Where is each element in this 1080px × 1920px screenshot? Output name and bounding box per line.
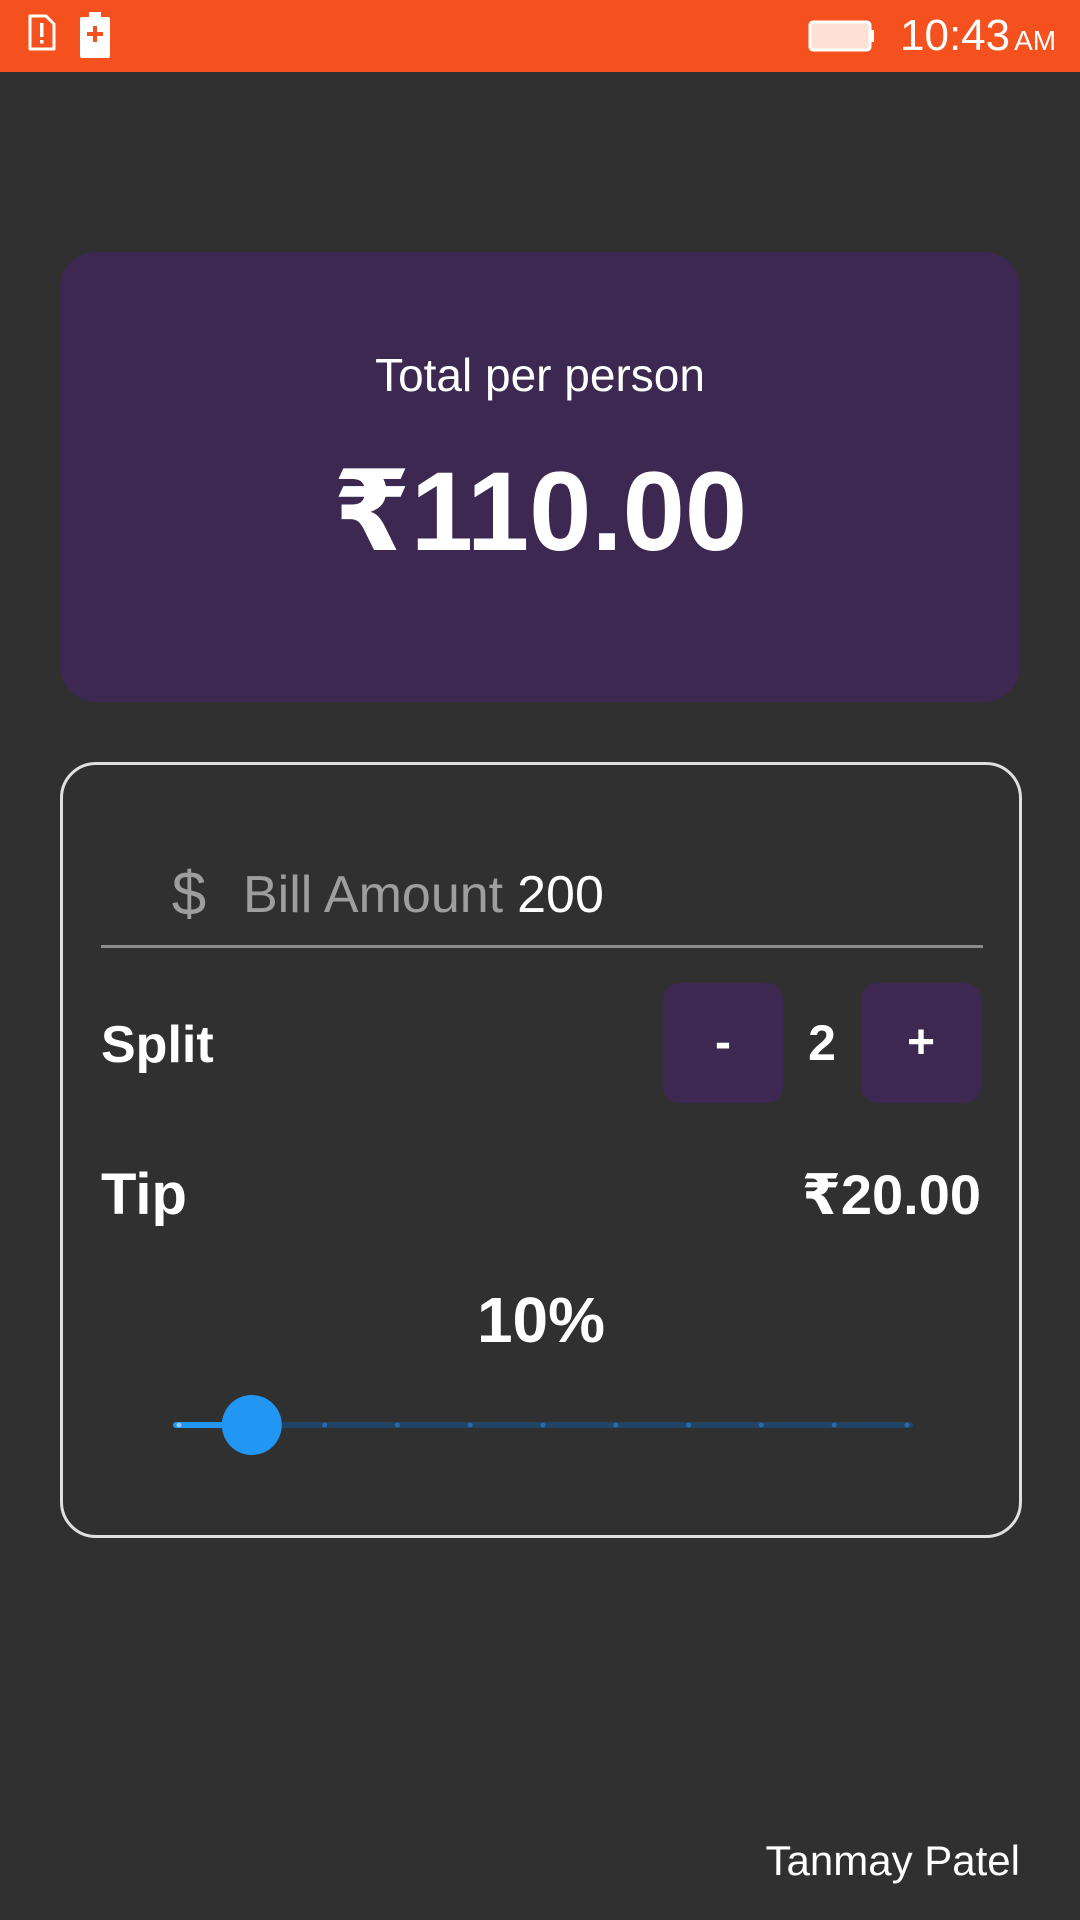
author-name: Tanmay Patel <box>765 1837 1020 1884</box>
split-count: 2 <box>808 1015 836 1071</box>
bill-amount-value[interactable]: 200 <box>517 866 604 924</box>
dollar-icon: $ <box>171 860 207 929</box>
split-decrement-button[interactable]: - <box>663 983 783 1103</box>
battery-saver-icon <box>80 12 110 58</box>
tip-slider[interactable] <box>173 1395 913 1455</box>
tip-amount: ₹20.00 <box>801 1163 981 1226</box>
bill-amount-input[interactable]: Bill Amount 200 <box>243 845 604 945</box>
slider-tick <box>831 1422 837 1428</box>
status-clock: 10:43 AM <box>900 10 1056 62</box>
clock-ampm: AM <box>1014 25 1057 56</box>
slider-tick <box>176 1422 182 1428</box>
slider-tick <box>394 1422 400 1428</box>
tip-label: Tip <box>101 1162 187 1227</box>
bill-amount-label: Bill Amount <box>243 866 504 924</box>
slider-tick <box>467 1422 473 1428</box>
tip-percent: 10% <box>476 1284 606 1356</box>
total-per-person-card: Total per person ₹110.00 <box>60 252 1020 702</box>
total-per-person-label: Total per person <box>375 349 705 401</box>
slider-tick <box>613 1422 619 1428</box>
clock-time: 10:43 <box>900 11 1011 60</box>
sim-alert-icon <box>28 14 56 51</box>
slider-tick <box>904 1422 910 1428</box>
status-bar: 10:43 AM <box>0 0 1080 72</box>
battery-icon <box>808 20 874 52</box>
bill-form-card: $ Bill Amount 200 Split - 2 + Tip ₹20.00 … <box>60 762 1022 1538</box>
split-increment-button[interactable]: + <box>861 983 981 1103</box>
bill-amount-underline <box>101 945 983 948</box>
total-per-person-amount: ₹110.00 <box>332 449 748 574</box>
slider-tick <box>686 1422 692 1428</box>
slider-tick <box>540 1422 546 1428</box>
split-label: Split <box>101 1016 214 1074</box>
slider-tick <box>322 1422 328 1428</box>
slider-thumb[interactable] <box>221 1395 282 1455</box>
slider-tick <box>758 1422 764 1428</box>
